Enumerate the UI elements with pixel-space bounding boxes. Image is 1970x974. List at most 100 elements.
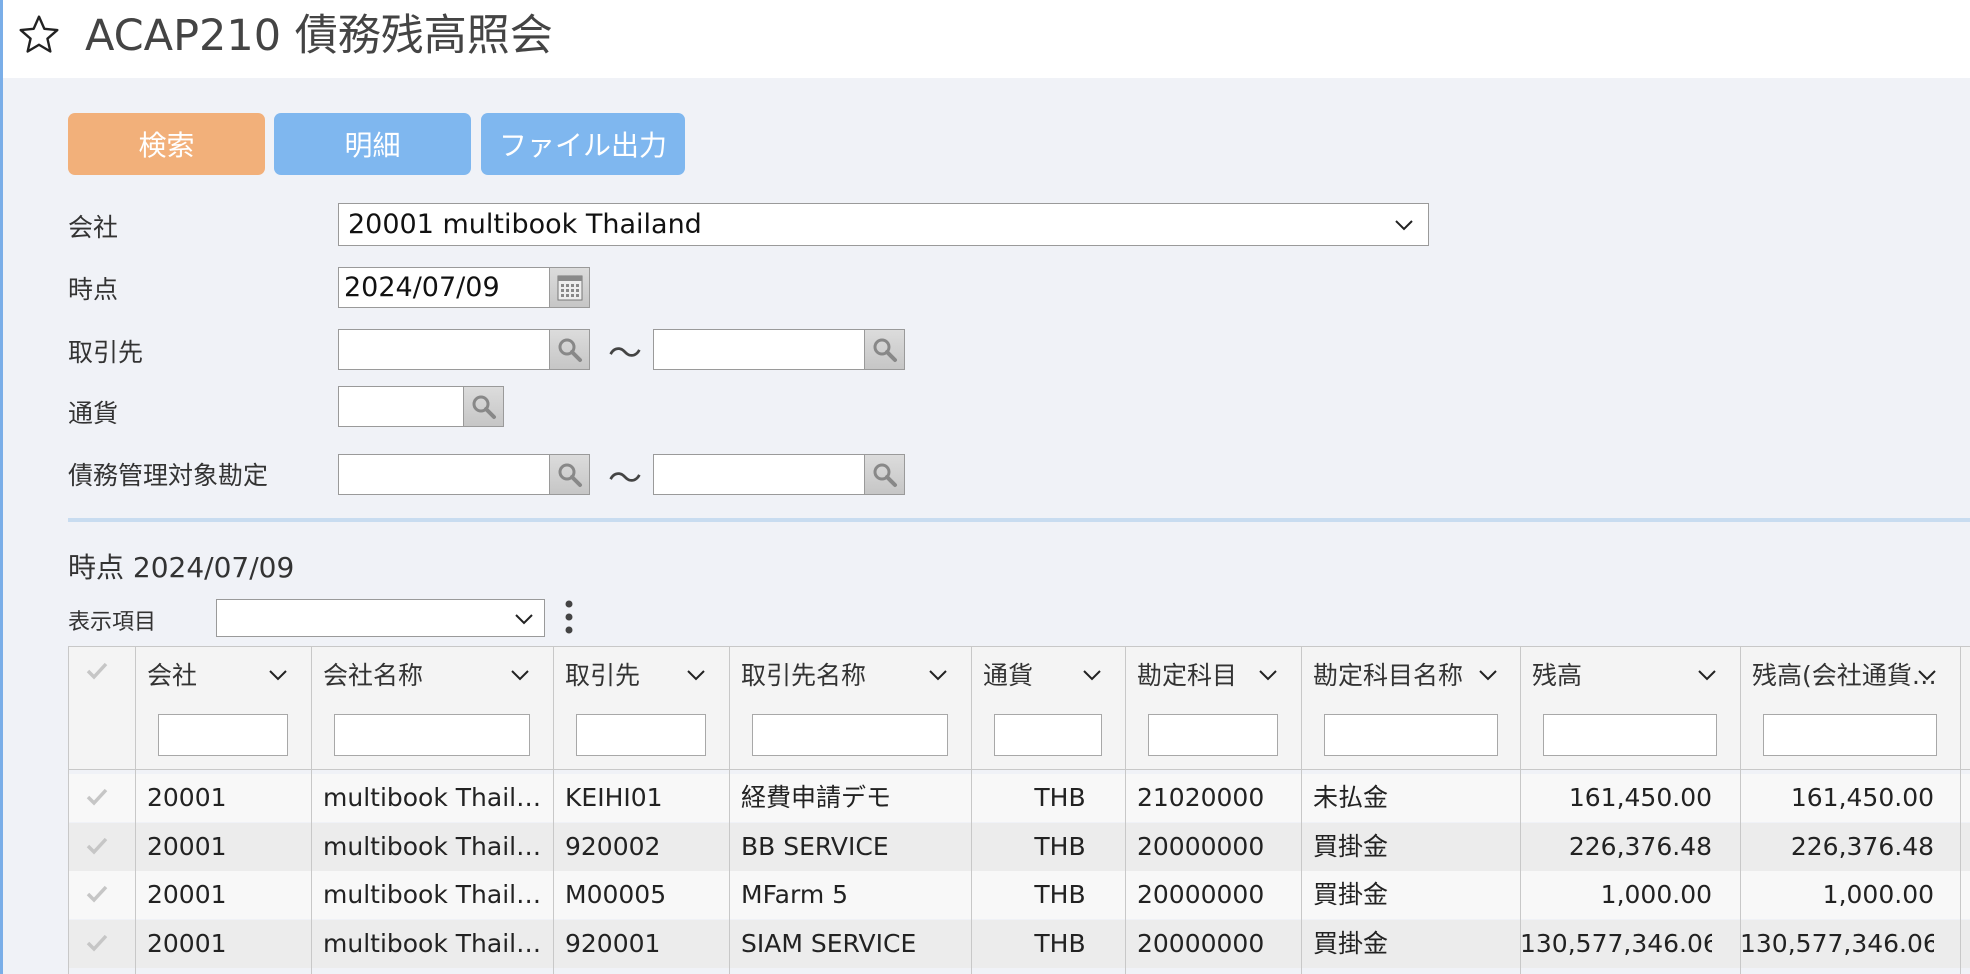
- date-label: 時点: [68, 275, 119, 304]
- cell-company: 20001: [147, 832, 227, 861]
- search-icon: [873, 338, 897, 362]
- chevron-down-icon[interactable]: [686, 668, 706, 682]
- column-divider: [135, 646, 136, 974]
- partner-label: 取引先: [68, 338, 144, 367]
- star-icon[interactable]: [17, 13, 61, 57]
- cell-balance-company: 161,450.00: [1790, 783, 1934, 812]
- currency-label: 通貨: [68, 399, 119, 428]
- detail-button[interactable]: 明細: [274, 113, 471, 175]
- check-icon[interactable]: [86, 787, 108, 807]
- search-button[interactable]: 検索: [68, 113, 265, 175]
- column-divider: [1520, 646, 1521, 974]
- cell-account-name: 未払金: [1313, 783, 1389, 812]
- column-divider: [1301, 646, 1302, 974]
- date-input-value: 2024/07/09: [344, 272, 500, 303]
- file-export-button[interactable]: ファイル出力: [481, 113, 685, 175]
- cell-balance: 161,450.00: [1568, 783, 1712, 812]
- column-divider: [68, 646, 69, 974]
- chevron-down-icon[interactable]: [510, 668, 530, 682]
- partner-to-input[interactable]: [653, 329, 866, 370]
- chevron-down-icon: [515, 614, 533, 625]
- cell-partner: 920002: [565, 832, 661, 861]
- filter-company-input[interactable]: [158, 714, 288, 756]
- filter-account-input[interactable]: [1148, 714, 1278, 756]
- account-to-lookup-button[interactable]: [864, 454, 905, 495]
- chevron-down-icon[interactable]: [1917, 668, 1937, 682]
- filter-currency-input[interactable]: [994, 714, 1102, 756]
- table-row[interactable]: 20001 multibook Thail… KEIHI01 経費申請デモ TH…: [68, 774, 1970, 822]
- chevron-down-icon[interactable]: [1258, 668, 1278, 682]
- column-header-balance[interactable]: 残高: [1532, 656, 1682, 692]
- check-icon[interactable]: [86, 884, 108, 904]
- chevron-down-icon[interactable]: [1082, 668, 1102, 682]
- cell-company: 20001: [147, 929, 227, 958]
- cell-account-name: 買掛金: [1313, 832, 1389, 861]
- date-input[interactable]: 2024/07/09: [338, 267, 551, 308]
- column-header-company[interactable]: 会社: [147, 656, 267, 692]
- chevron-down-icon[interactable]: [268, 668, 288, 682]
- chevron-down-icon[interactable]: [1478, 668, 1498, 682]
- account-label: 債務管理対象勘定: [68, 461, 269, 490]
- cell-partner: 920001: [565, 929, 661, 958]
- column-header-account[interactable]: 勘定科目: [1137, 656, 1257, 692]
- column-header-partner-name[interactable]: 取引先名称: [741, 656, 921, 692]
- partner-to-lookup-button[interactable]: [864, 329, 905, 370]
- filter-partner-name-input[interactable]: [752, 714, 948, 756]
- cell-partner-name: SIAM SERVICE: [741, 929, 917, 958]
- cell-account: 20000000: [1137, 929, 1265, 958]
- column-divider: [971, 646, 972, 974]
- partner-from-lookup-button[interactable]: [549, 329, 590, 370]
- cell-partner-name: 経費申請デモ: [741, 783, 892, 812]
- cell-account-name: 買掛金: [1313, 929, 1389, 958]
- display-items-label: 表示項目: [68, 610, 157, 635]
- cell-partner: KEIHI01: [565, 783, 663, 812]
- chevron-down-icon[interactable]: [1697, 668, 1717, 682]
- table-row[interactable]: 20001 multibook Thail… M00005 MFarm 5 TH…: [68, 871, 1970, 919]
- more-vertical-icon[interactable]: [563, 599, 575, 635]
- company-select[interactable]: 20001 multibook Thailand: [338, 203, 1429, 246]
- filter-balance-company-input[interactable]: [1763, 714, 1937, 756]
- cell-company-name: multibook Thail…: [323, 783, 542, 812]
- table-row[interactable]: 20001 multibook Thail… 920001 SIAM SERVI…: [68, 920, 1970, 968]
- column-divider: [729, 646, 730, 974]
- account-from-lookup-button[interactable]: [549, 454, 590, 495]
- select-all-check-icon[interactable]: [86, 661, 108, 681]
- column-header-company-name[interactable]: 会社名称: [323, 656, 503, 692]
- filter-partner-input[interactable]: [576, 714, 706, 756]
- page-header: ACAP210 債務残高照会: [3, 0, 1970, 78]
- range-separator: 〜: [608, 334, 642, 374]
- result-title: 時点 2024/07/09: [68, 551, 295, 584]
- column-header-currency[interactable]: 通貨: [983, 656, 1083, 692]
- table-row[interactable]: 20001 multibook Thail… 920002 BB SERVICE…: [68, 823, 1970, 871]
- search-icon: [873, 463, 897, 487]
- cell-account-name: 買掛金: [1313, 880, 1389, 909]
- check-icon[interactable]: [86, 933, 108, 953]
- account-from-input[interactable]: [338, 454, 551, 495]
- cell-company: 20001: [147, 783, 227, 812]
- calendar-button[interactable]: [549, 267, 590, 308]
- partner-from-input[interactable]: [338, 329, 551, 370]
- cell-account: 20000000: [1137, 880, 1265, 909]
- check-icon[interactable]: [86, 836, 108, 856]
- currency-input[interactable]: [338, 386, 465, 427]
- column-header-partner[interactable]: 取引先: [565, 656, 685, 692]
- currency-lookup-button[interactable]: [463, 386, 504, 427]
- filter-company-name-input[interactable]: [334, 714, 530, 756]
- left-edge-bar: [0, 0, 3, 974]
- cell-balance-company: 226,376.48: [1790, 832, 1934, 861]
- section-divider: [68, 518, 1970, 522]
- search-icon: [558, 463, 582, 487]
- cell-currency: THB: [1034, 783, 1086, 812]
- chevron-down-icon: [1395, 220, 1413, 231]
- filter-account-name-input[interactable]: [1324, 714, 1498, 756]
- cell-partner-name: BB SERVICE: [741, 832, 889, 861]
- cell-currency: THB: [1034, 929, 1086, 958]
- column-divider: [553, 646, 554, 974]
- column-header-account-name[interactable]: 勘定科目名称: [1313, 656, 1483, 692]
- chevron-down-icon[interactable]: [928, 668, 948, 682]
- cell-company: 20001: [147, 880, 227, 909]
- column-divider: [1960, 646, 1961, 974]
- account-to-input[interactable]: [653, 454, 866, 495]
- display-items-select[interactable]: [216, 599, 545, 637]
- filter-balance-input[interactable]: [1543, 714, 1717, 756]
